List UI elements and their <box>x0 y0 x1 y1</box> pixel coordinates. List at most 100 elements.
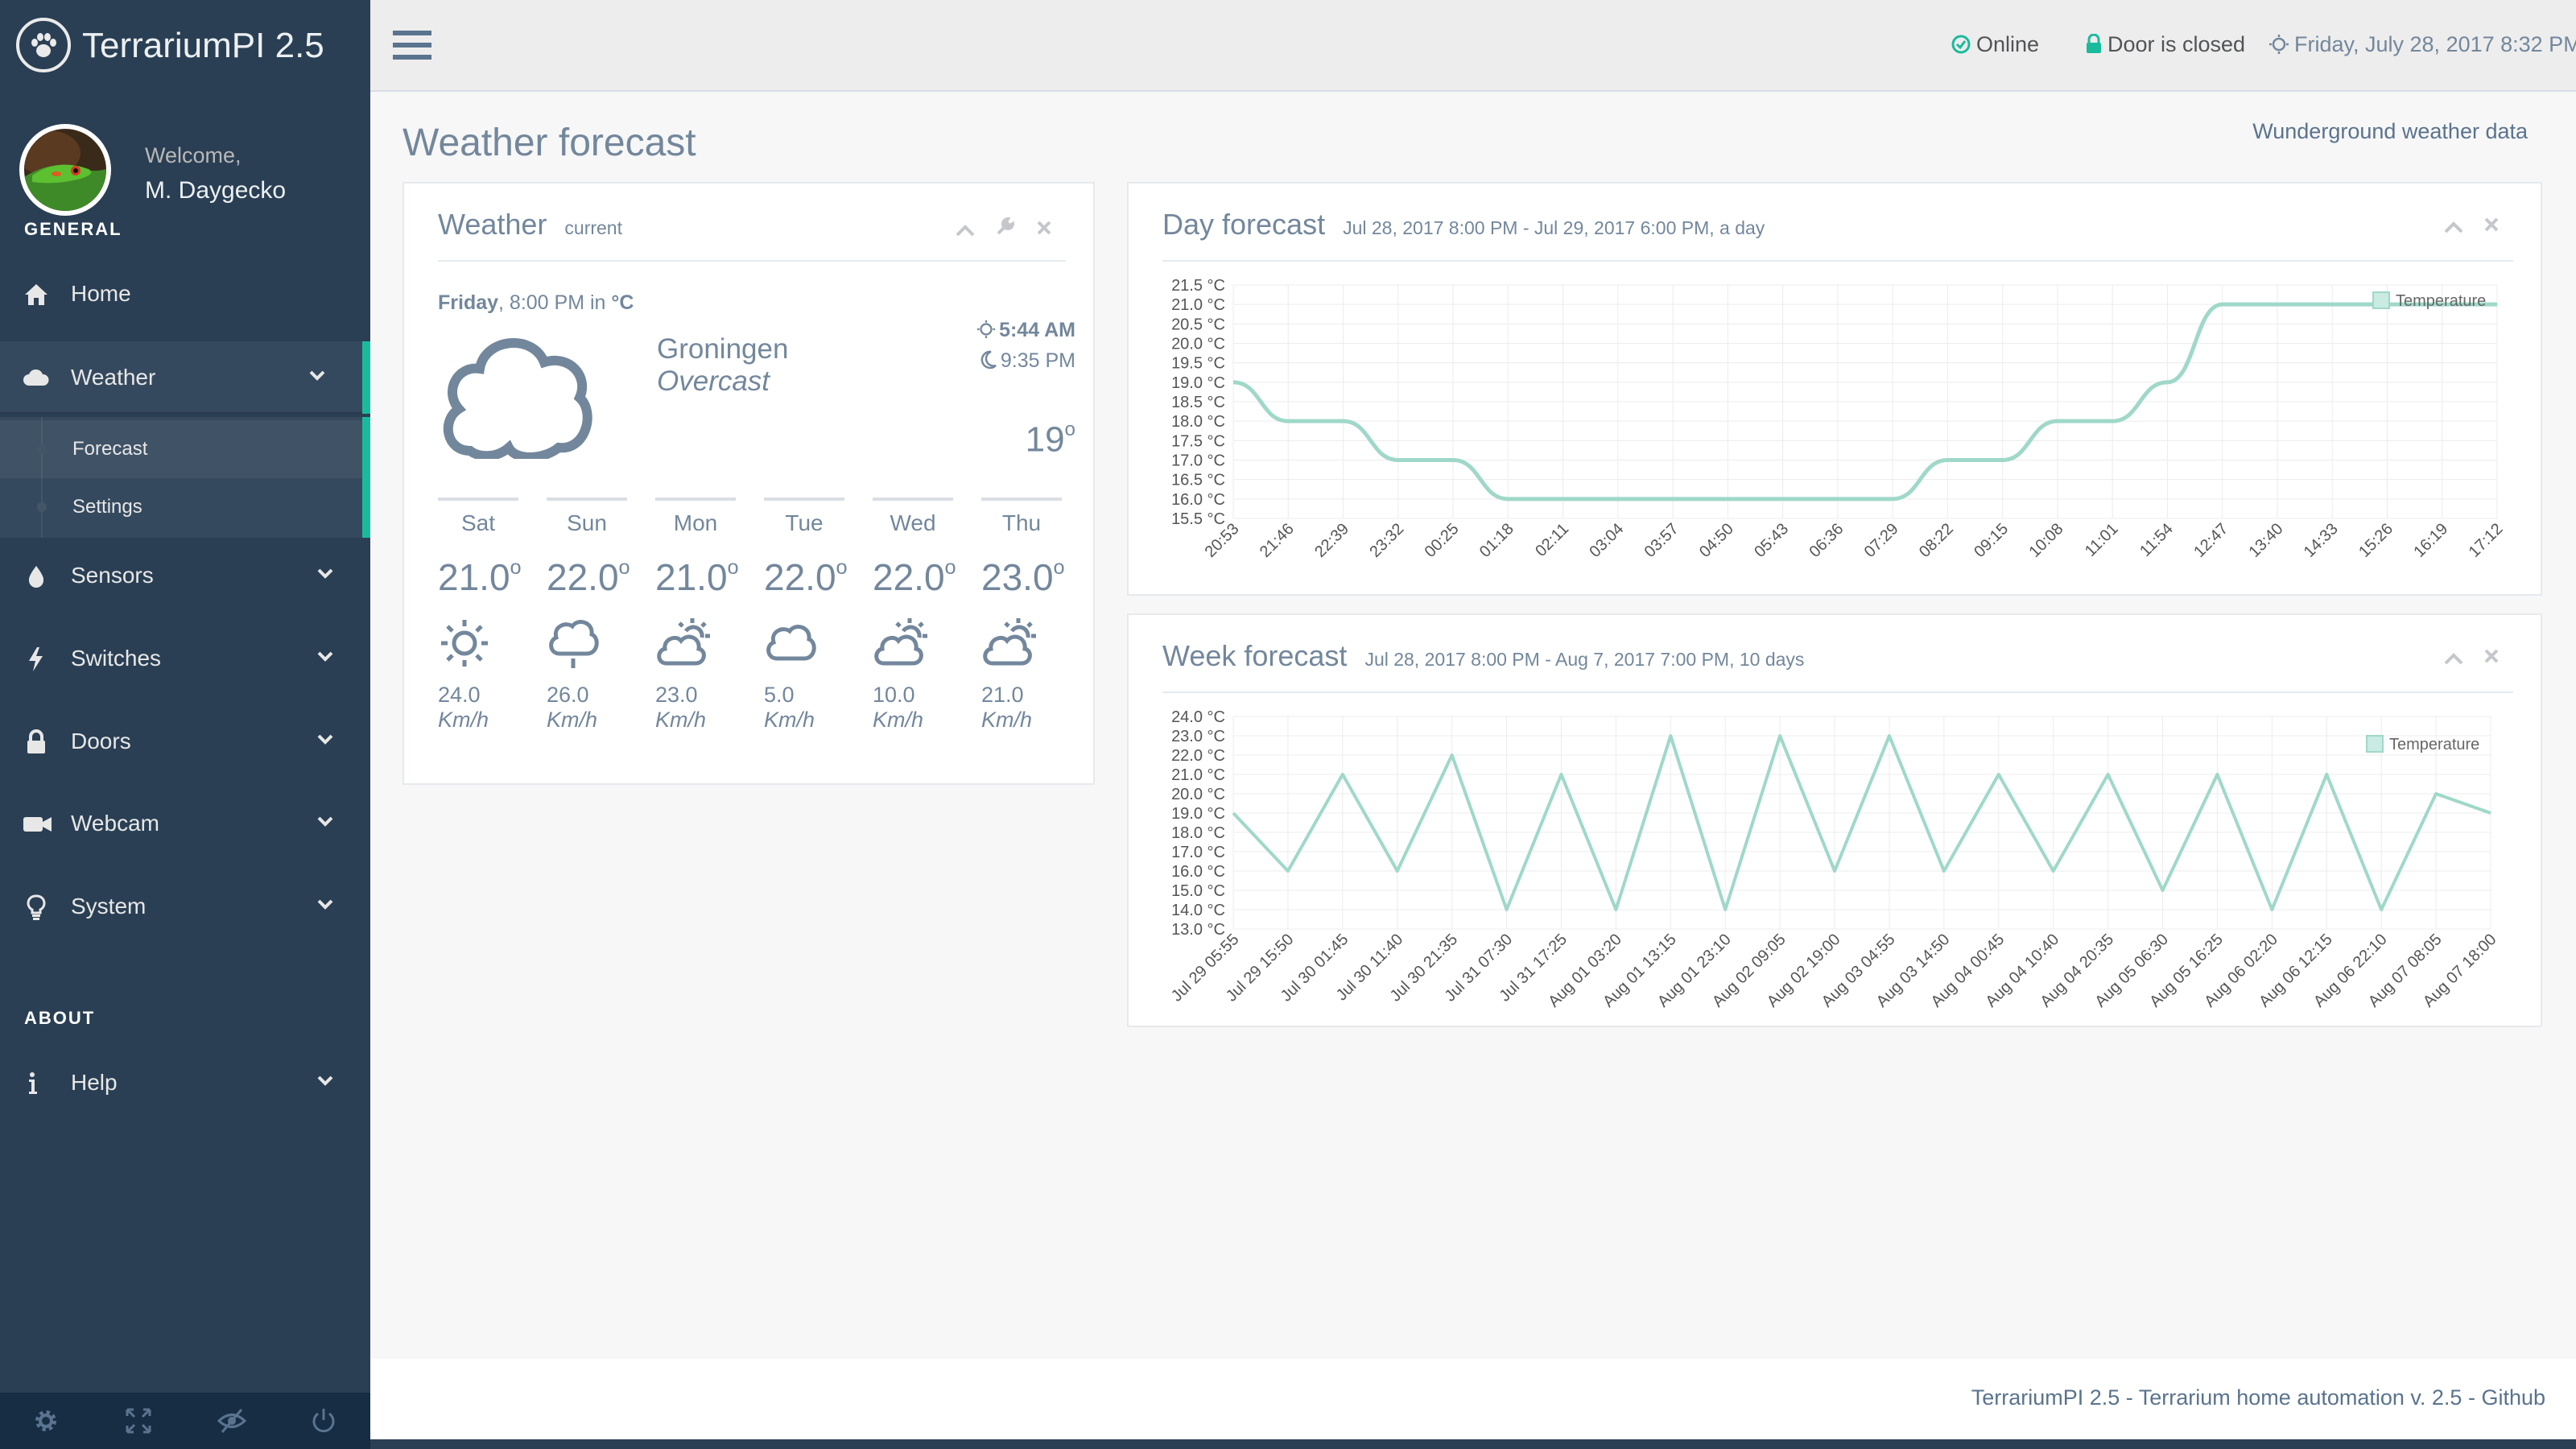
wind-unit: Km/h <box>764 708 815 732</box>
x-tick-label: 03:04 <box>1586 520 1627 561</box>
username: M. Daygecko <box>145 177 287 204</box>
sidebar-item-label: Doors <box>71 729 131 753</box>
datetime-label: Friday, July 28, 2017 8:32 PM <box>2294 32 2576 56</box>
bolt-icon <box>23 646 50 673</box>
settings-button[interactable] <box>0 1393 93 1449</box>
sidebar-item-doors[interactable]: Doors <box>0 705 370 778</box>
chevron-down-icon <box>317 568 333 580</box>
wind-value: 5.0 <box>764 683 795 707</box>
brand[interactable]: TerrariumPI 2.5 <box>0 0 370 92</box>
degree-symbol: o <box>618 555 630 579</box>
y-tick-label: 21.5 °C <box>1171 277 1225 295</box>
settings-button[interactable] <box>995 216 1016 237</box>
panel-title-text: Week forecast <box>1162 639 1348 672</box>
sidebar-item-help[interactable]: Help <box>0 1046 370 1119</box>
forecast-temp: 22.0o <box>873 555 956 599</box>
close-icon <box>1037 221 1051 235</box>
sidebar-item-weather[interactable]: Weather <box>0 341 370 414</box>
series-line <box>1232 734 2491 911</box>
forecast-wind: 21.0 Km/h <box>981 683 1032 733</box>
lock-icon <box>23 729 50 756</box>
forecast-day-name: Mon <box>655 497 736 536</box>
sun-icon <box>976 320 996 339</box>
panel-tools <box>939 216 1053 241</box>
close-button[interactable] <box>2483 647 2500 665</box>
hamburger-icon <box>393 31 431 60</box>
y-tick-label: 19.0 °C <box>1171 805 1225 823</box>
y-tick-label: 16.0 °C <box>1171 491 1225 509</box>
power-button[interactable] <box>278 1393 370 1449</box>
x-tick-label: 02:11 <box>1532 520 1572 560</box>
sidebar-item-label: Help <box>71 1070 118 1095</box>
x-tick-label: 03:57 <box>1641 520 1682 561</box>
sidebar-item-home[interactable]: Home <box>0 258 370 330</box>
sunset: 9:35 PM <box>980 349 1075 373</box>
forecast-day-name: Sat <box>438 497 518 536</box>
fullscreen-button[interactable] <box>93 1393 185 1449</box>
x-tick-label: 00:25 <box>1422 520 1463 561</box>
close-button[interactable] <box>2483 216 2500 233</box>
forecast-temp-value: 21.0 <box>655 556 728 598</box>
y-tick-label: 21.0 °C <box>1171 296 1225 314</box>
tint-icon <box>23 563 50 590</box>
avatar[interactable] <box>19 124 111 216</box>
panel-title-text: Day forecast <box>1162 208 1326 241</box>
sidebar-item-label: Home <box>71 281 131 306</box>
x-tick-label: 10:08 <box>2025 520 2066 561</box>
submenu-dot <box>37 444 47 454</box>
menu-toggle-button[interactable] <box>393 29 431 61</box>
x-tick-label: 05:43 <box>1751 520 1792 561</box>
sidebar-footer <box>0 1393 370 1449</box>
degree-symbol: o <box>1053 555 1065 579</box>
x-tick-label: 11:01 <box>2082 520 2122 560</box>
x-tick-label: 09:15 <box>1971 520 2012 561</box>
forecast-temp: 22.0o <box>764 555 848 599</box>
forecast-day: Tue 22.0o 5.0 Km/h <box>764 497 848 732</box>
chevron-down-icon <box>317 899 333 910</box>
collapse-button[interactable] <box>2444 652 2463 665</box>
bottom-strip <box>370 1439 2576 1449</box>
forecast-day-name: Wed <box>873 497 953 536</box>
close-button[interactable] <box>1035 219 1053 237</box>
wind-value: 10.0 <box>873 683 915 707</box>
collapse-button[interactable] <box>2444 221 2463 233</box>
submenu-item-forecast[interactable]: Forecast <box>0 420 362 478</box>
sidebar-item-switches[interactable]: Switches <box>0 622 370 695</box>
section-heading-general: GENERAL <box>24 219 122 239</box>
sun-icon <box>438 617 491 670</box>
weather-source-link[interactable]: Wunderground weather data <box>2252 119 2528 144</box>
y-tick-label: 14.0 °C <box>1171 902 1225 919</box>
forecast-day: Thu 23.0o 21.0 Km/h <box>981 497 1065 732</box>
sidebar-item-system[interactable]: System <box>0 870 370 943</box>
close-icon <box>2484 649 2499 663</box>
y-tick-label: 18.0 °C <box>1171 413 1225 431</box>
y-tick-label: 17.0 °C <box>1171 844 1225 861</box>
chevron-down-icon <box>317 816 333 828</box>
forecast-temp-value: 22.0 <box>547 556 619 598</box>
degree-symbol: o <box>836 555 848 579</box>
wind-value: 24.0 <box>438 683 481 707</box>
sidebar-item-sensors[interactable]: Sensors <box>0 539 370 612</box>
panel-title: Week forecast Jul 28, 2017 8:00 PM - Aug … <box>1162 639 1804 673</box>
y-tick-label: 20.5 °C <box>1171 316 1225 333</box>
wind-unit: Km/h <box>547 708 598 732</box>
weather-date: Friday, 8:00 PM in °C <box>438 291 634 315</box>
hide-button[interactable] <box>185 1393 278 1449</box>
y-tick-label: 24.0 °C <box>1171 708 1225 726</box>
profile: Welcome, M. Daygecko <box>0 121 370 233</box>
door-status[interactable]: Door is closed <box>2085 32 2245 57</box>
sidebar-item-webcam[interactable]: Webcam <box>0 787 370 860</box>
footer-text[interactable]: TerrariumPI 2.5 - Terrarium home automat… <box>1971 1385 2545 1410</box>
x-tick-label: 07:29 <box>1861 520 1902 561</box>
degree-symbol: o <box>1064 419 1075 440</box>
partly-cloudy-icon <box>873 617 929 670</box>
panel-subtitle: current <box>564 217 622 238</box>
forecast-temp: 21.0o <box>438 555 522 599</box>
forecast-wind: 10.0 Km/h <box>873 683 923 733</box>
online-status[interactable]: Online <box>1951 32 2039 57</box>
weather-unit: °C <box>611 291 634 314</box>
datetime-status: Friday, July 28, 2017 8:32 PM <box>2268 32 2576 57</box>
wind-value: 21.0 <box>981 683 1024 707</box>
collapse-button[interactable] <box>956 224 975 237</box>
submenu-item-settings[interactable]: Settings <box>0 478 362 536</box>
